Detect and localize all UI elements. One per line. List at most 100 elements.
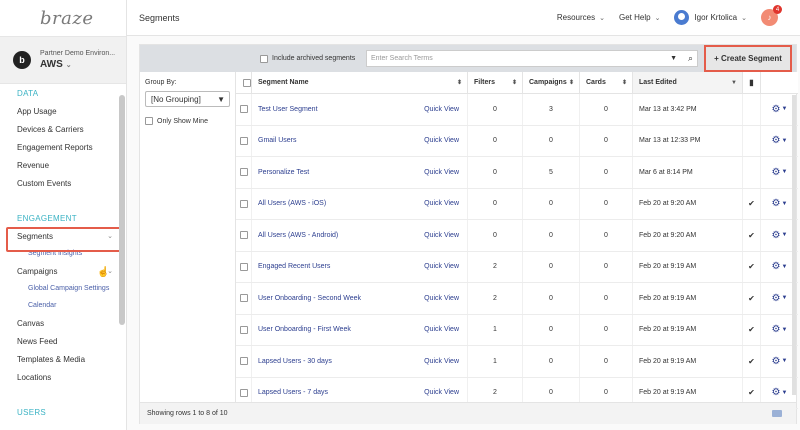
sidebar-scrollbar[interactable] <box>119 95 125 325</box>
segment-name-link[interactable]: Personalize Test <box>258 169 309 176</box>
only-show-mine-checkbox[interactable] <box>145 117 153 125</box>
segment-name-cell[interactable]: User Onboarding - First Week Quick View <box>252 314 468 345</box>
sidebar-item-devices-carriers[interactable]: Devices & Carriers <box>0 120 118 138</box>
search-dropdown-icon[interactable]: ▼ <box>670 55 677 62</box>
table-row[interactable]: Lapsed Users - 30 days Quick View 1 0 0 Feb 2… <box>236 346 798 378</box>
column-header-filters[interactable]: Filters ⬍ <box>468 72 523 93</box>
quick-view-link[interactable]: Quick View <box>424 389 459 396</box>
row-select-cell[interactable] <box>236 125 252 156</box>
sidebar-item-news-feed[interactable]: News Feed <box>0 332 118 350</box>
quick-view-link[interactable]: Quick View <box>424 232 459 239</box>
row-checkbox[interactable] <box>239 325 248 334</box>
sidebar-item-locations[interactable]: Locations <box>0 368 118 386</box>
row-checkbox[interactable] <box>239 105 248 114</box>
row-select-cell[interactable] <box>236 251 252 282</box>
braze-logo[interactable]: braze <box>0 0 126 36</box>
segment-name-cell[interactable]: All Users (AWS - iOS) Quick View <box>252 188 468 219</box>
search-icon[interactable]: ⌕ <box>688 53 693 64</box>
segment-name-cell[interactable]: User Onboarding - Second Week Quick View <box>252 283 468 314</box>
workspace-switcher[interactable]: b Partner Demo Environ... AWS ⌄ <box>0 36 126 84</box>
quick-view-link[interactable]: Quick View <box>424 169 459 176</box>
sidebar-item-custom-events[interactable]: Custom Events <box>0 174 118 192</box>
segment-name-link[interactable]: User Onboarding - Second Week <box>258 295 361 302</box>
row-checkbox[interactable] <box>239 168 248 177</box>
row-select-cell[interactable] <box>236 188 252 219</box>
resources-menu[interactable]: Resources ⌄ <box>557 13 605 22</box>
row-checkbox[interactable] <box>239 388 248 397</box>
segment-name-link[interactable]: Engaged Recent Users <box>258 263 330 270</box>
segment-name-cell[interactable]: Lapsed Users - 30 days Quick View <box>252 346 468 377</box>
sidebar-item-revenue[interactable]: Revenue <box>0 156 118 174</box>
row-select-cell[interactable] <box>236 314 252 345</box>
sidebar-item-templates-media[interactable]: Templates & Media <box>0 350 118 368</box>
row-select-cell[interactable] <box>236 220 252 251</box>
segment-name-link[interactable]: Lapsed Users - 30 days <box>258 358 332 365</box>
row-checkbox[interactable] <box>239 357 248 366</box>
table-row[interactable]: All Users (AWS - iOS) Quick View 0 0 0 Feb 20… <box>236 188 798 220</box>
get-help-menu[interactable]: Get Help ⌄ <box>619 13 660 22</box>
table-row[interactable]: User Onboarding - Second Week Quick View 2… <box>236 283 798 315</box>
last-edited-date: Feb 20 at 9:19 AM <box>633 314 743 345</box>
row-checkbox[interactable] <box>239 262 248 271</box>
sidebar-item-canvas[interactable]: Canvas <box>0 314 118 332</box>
segment-name-cell[interactable]: Test User Segment Quick View <box>252 94 468 125</box>
table-row[interactable]: Personalize Test Quick View 0 5 0 Mar 6 at 8:… <box>236 157 798 189</box>
table-row[interactable]: Engaged Recent Users Quick View 2 0 0 Feb 20 … <box>236 251 798 283</box>
table-row[interactable]: Test User Segment Quick View 0 3 0 Mar 13 at … <box>236 94 798 126</box>
table-header: Segment Name ⬍ Filters ⬍ Campaigns ⬍ Cards ⬍… <box>236 72 798 94</box>
sort-icon: ⬍ <box>621 80 627 86</box>
column-header-analytics[interactable]: ▮ <box>743 72 761 93</box>
group-by-select[interactable]: [No Grouping] ▼ <box>145 91 230 107</box>
row-select-cell[interactable] <box>236 157 252 188</box>
column-header-cards[interactable]: Cards ⬍ <box>580 72 633 93</box>
quick-view-link[interactable]: Quick View <box>424 263 459 270</box>
segment-name-cell[interactable]: Engaged Recent Users Quick View <box>252 251 468 282</box>
keyboard-icon[interactable] <box>772 410 782 417</box>
table-row[interactable]: User Onboarding - First Week Quick View 1 0… <box>236 314 798 346</box>
quick-view-link[interactable]: Quick View <box>424 358 459 365</box>
segment-name-link[interactable]: Gmail Users <box>258 137 297 144</box>
analytics-check-icon: ✔ <box>743 188 761 219</box>
quick-view-link[interactable]: Quick View <box>424 106 459 113</box>
sidebar-item-engagement-reports[interactable]: Engagement Reports <box>0 138 118 156</box>
table-row[interactable]: Gmail Users Quick View 0 0 0 Mar 13 at 12:33 … <box>236 125 798 157</box>
segment-name-link[interactable]: All Users (AWS - Android) <box>258 232 338 239</box>
segment-name-link[interactable]: User Onboarding - First Week <box>258 326 351 333</box>
segment-name-cell[interactable]: Gmail Users Quick View <box>252 125 468 156</box>
row-checkbox[interactable] <box>239 136 248 145</box>
row-select-cell[interactable] <box>236 283 252 314</box>
row-select-cell[interactable] <box>236 346 252 377</box>
column-header-name[interactable]: Segment Name ⬍ <box>252 72 468 93</box>
sidebar-item-app-usage[interactable]: App Usage <box>0 102 118 120</box>
create-segment-button[interactable]: + Create Segment <box>704 45 792 72</box>
select-all-cell[interactable] <box>236 72 252 93</box>
row-checkbox[interactable] <box>239 199 248 208</box>
only-show-mine-toggle[interactable]: Only Show Mine <box>145 117 230 125</box>
row-checkbox[interactable] <box>239 294 248 303</box>
sidebar-item-global-campaign-settings[interactable]: Global Campaign Settings <box>0 280 118 297</box>
include-archived-checkbox[interactable] <box>260 54 268 63</box>
table-row[interactable]: All Users (AWS - Android) Quick View 0 0 0 Fe… <box>236 220 798 252</box>
quick-view-link[interactable]: Quick View <box>424 137 459 144</box>
bar-chart-icon: ▮ <box>749 78 754 87</box>
sidebar-item-calendar[interactable]: Calendar <box>0 297 118 314</box>
segment-name-link[interactable]: Test User Segment <box>258 106 318 113</box>
user-menu[interactable]: Igor Krtolica ⌄ <box>674 10 747 25</box>
segment-name-cell[interactable]: Personalize Test Quick View <box>252 157 468 188</box>
campaigns-count: 0 <box>523 346 580 377</box>
table-scrollbar[interactable] <box>792 95 796 395</box>
quick-view-link[interactable]: Quick View <box>424 200 459 207</box>
notifications-button[interactable]: ♪ 4 <box>761 5 782 26</box>
segment-name-link[interactable]: All Users (AWS - iOS) <box>258 200 326 207</box>
search-input[interactable]: Enter Search Terms ▼ ⌕ <box>366 50 698 67</box>
quick-view-link[interactable]: Quick View <box>424 295 459 302</box>
select-all-checkbox[interactable] <box>242 78 251 87</box>
column-header-last-edited[interactable]: Last Edited ▼ <box>633 72 743 93</box>
column-header-campaigns[interactable]: Campaigns ⬍ <box>523 72 580 93</box>
row-select-cell[interactable] <box>236 94 252 125</box>
quick-view-link[interactable]: Quick View <box>424 326 459 333</box>
include-archived-toggle[interactable]: Include archived segments <box>260 54 355 63</box>
segment-name-cell[interactable]: All Users (AWS - Android) Quick View <box>252 220 468 251</box>
segment-name-link[interactable]: Lapsed Users - 7 days <box>258 389 328 396</box>
row-checkbox[interactable] <box>239 231 248 240</box>
